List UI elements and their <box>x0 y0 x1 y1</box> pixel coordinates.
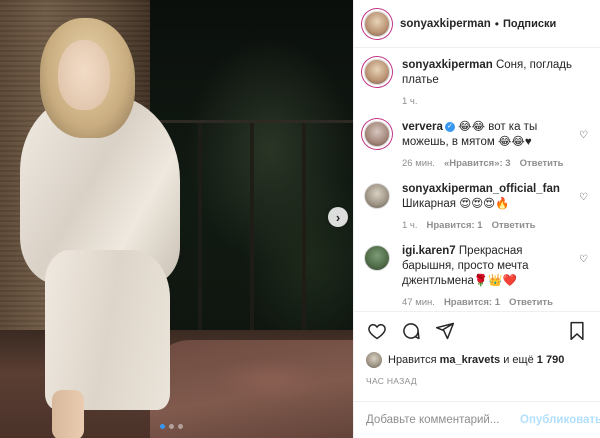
chevron-right-icon: › <box>335 209 341 225</box>
comment-likes-count[interactable]: «Нравится»: 3 <box>444 158 511 169</box>
comment-text-wrap: igi.karen7 Прекрасная барышня, просто ме… <box>402 244 578 289</box>
post-header: sonyaxkiperman • Подписки <box>354 0 600 48</box>
reply-button[interactable]: Ответить <box>509 297 553 308</box>
comment-username[interactable]: igi.karen7 <box>402 245 456 257</box>
person-face <box>58 40 110 110</box>
post-timestamp[interactable]: ЧАС НАЗАД <box>354 370 600 392</box>
comment-text-wrap: sonyaxkiperman Соня, погладь платье <box>402 58 578 88</box>
action-bar <box>354 312 600 350</box>
comment-time[interactable]: 47 мин. <box>402 297 435 308</box>
post-side-panel: sonyaxkiperman • Подписки sonyaxkiperman… <box>353 0 600 438</box>
likes-prefix: Нравится <box>388 354 437 366</box>
comment-username[interactable]: sonyaxkiperman_official_fan <box>402 183 560 195</box>
comment-body: sonyaxkiperman_official_fan Шикарная 😍😍😍… <box>402 182 578 231</box>
comment-likes-count[interactable]: Нравится: 1 <box>427 220 483 231</box>
carousel-dots <box>160 424 183 429</box>
comment-text: Шикарная 😍😍😍🔥 <box>402 198 510 210</box>
balcony-railing <box>150 120 353 340</box>
publish-button[interactable]: Опубликовать <box>520 414 600 426</box>
carousel-dot <box>169 424 174 429</box>
comment-username-wrap[interactable]: ververa ✓ <box>402 121 455 133</box>
reply-button[interactable]: Ответить <box>492 220 536 231</box>
author-username[interactable]: sonyaxkiperman <box>400 18 491 30</box>
carousel-dot <box>178 424 183 429</box>
caption: sonyaxkiperman Соня, погладь платье 1 ч. <box>364 58 590 107</box>
comment-likes-count[interactable]: Нравится: 1 <box>444 297 500 308</box>
avatar[interactable] <box>364 59 390 85</box>
list-item: igi.karen7 Прекрасная барышня, просто ме… <box>364 244 590 308</box>
comment-meta: 1 ч. <box>402 96 578 107</box>
carousel-dot <box>160 424 165 429</box>
add-comment-bar: Опубликовать <box>354 401 600 438</box>
comment-meta: 47 мин. Нравится: 1 Ответить <box>402 297 578 308</box>
comment-input[interactable] <box>366 414 520 426</box>
header-separator: • <box>494 16 499 31</box>
comment-meta: 26 мин. «Нравится»: 3 Ответить <box>402 158 578 169</box>
comment-icon[interactable] <box>400 320 422 342</box>
comment-text-wrap: sonyaxkiperman_official_fan Шикарная 😍😍😍… <box>402 182 578 212</box>
comments-list[interactable]: sonyaxkiperman Соня, погладь платье 1 ч.… <box>354 48 600 312</box>
author-avatar[interactable] <box>364 10 390 37</box>
comment-meta: 1 ч. Нравится: 1 Ответить <box>402 220 578 231</box>
verified-icon: ✓ <box>444 121 455 132</box>
carousel-next-button[interactable]: › <box>328 207 348 227</box>
comment-body: sonyaxkiperman Соня, погладь платье 1 ч. <box>402 58 578 107</box>
heart-icon[interactable]: ♡ <box>579 130 588 141</box>
comment-time[interactable]: 1 ч. <box>402 220 418 231</box>
avatar[interactable] <box>364 121 390 147</box>
comment-body: ververa ✓ 😂😂 вот ка ты можешь, в мятом 😂😂… <box>402 120 578 169</box>
likes-and-more: и ещё <box>503 354 534 366</box>
heart-icon[interactable]: ♡ <box>579 192 588 203</box>
reply-button[interactable]: Ответить <box>520 158 564 169</box>
likes-user[interactable]: ma_kravets <box>440 354 501 366</box>
following-button[interactable]: Подписки <box>503 18 556 30</box>
avatar[interactable] <box>364 183 390 209</box>
comment-username[interactable]: ververa <box>402 121 443 133</box>
comment-body: igi.karen7 Прекрасная барышня, просто ме… <box>402 244 578 308</box>
bookmark-icon[interactable] <box>566 320 588 342</box>
heart-icon[interactable] <box>366 320 388 342</box>
comment-time[interactable]: 1 ч. <box>402 96 418 107</box>
instagram-post: › sonyaxkiperman • Подписки sonyaxkiperm… <box>0 0 600 438</box>
comment-time[interactable]: 26 мин. <box>402 158 435 169</box>
avatar <box>366 352 382 368</box>
person-dress <box>45 250 170 410</box>
heart-icon[interactable]: ♡ <box>579 254 588 265</box>
list-item: sonyaxkiperman_official_fan Шикарная 😍😍😍… <box>364 182 590 231</box>
comment-username[interactable]: sonyaxkiperman <box>402 59 493 71</box>
likes-summary[interactable]: Нравится ma_kravets и ещё 1 790 <box>354 350 600 370</box>
post-photo[interactable]: › <box>0 0 353 438</box>
avatar[interactable] <box>364 245 390 271</box>
person-leg <box>52 390 84 438</box>
comment-text-wrap: ververa ✓ 😂😂 вот ка ты можешь, в мятом 😂😂… <box>402 120 578 150</box>
list-item: ververa ✓ 😂😂 вот ка ты можешь, в мятом 😂😂… <box>364 120 590 169</box>
likes-count[interactable]: 1 790 <box>537 354 565 366</box>
share-icon[interactable] <box>434 320 456 342</box>
